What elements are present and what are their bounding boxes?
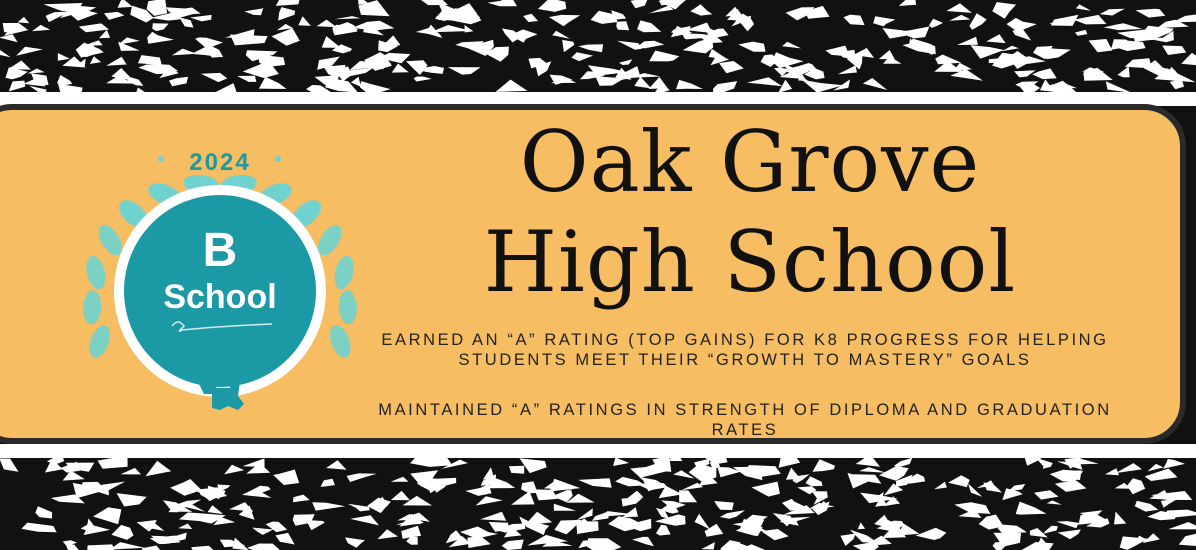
achievement-text-1: Earned an “A” rating (Top Gains) for K8 … [381,331,1109,369]
achievement-text-2: Maintained “A” ratings in Strength of Di… [378,401,1112,439]
laurel-leaf [330,325,351,358]
badge-dot-left [158,156,164,162]
white-band-bottom [0,444,1196,458]
laurel-leaf [83,290,102,325]
badge-grade: B [203,224,238,277]
badge-dot-right [275,156,281,162]
laurel-leaf [338,290,357,325]
marble-pattern-top-svg [0,0,1196,92]
school-name-line-2: High School [483,213,1017,311]
school-grade-badge: 2024 B School [83,149,357,410]
marble-pattern-top [0,0,1196,92]
marble-pattern-bottom-svg [0,458,1196,550]
school-name-line-1: Oak Grove [519,113,981,211]
marble-fleck [509,465,525,474]
laurel-leaf [89,325,110,358]
school-name: Oak Grove High School [410,112,1090,312]
laurel-leaf [334,255,354,290]
laurel-leaf [86,255,106,290]
badge-year: 2024 [189,149,250,176]
badge-label: School [163,278,276,316]
marble-pattern-bottom [0,458,1196,550]
